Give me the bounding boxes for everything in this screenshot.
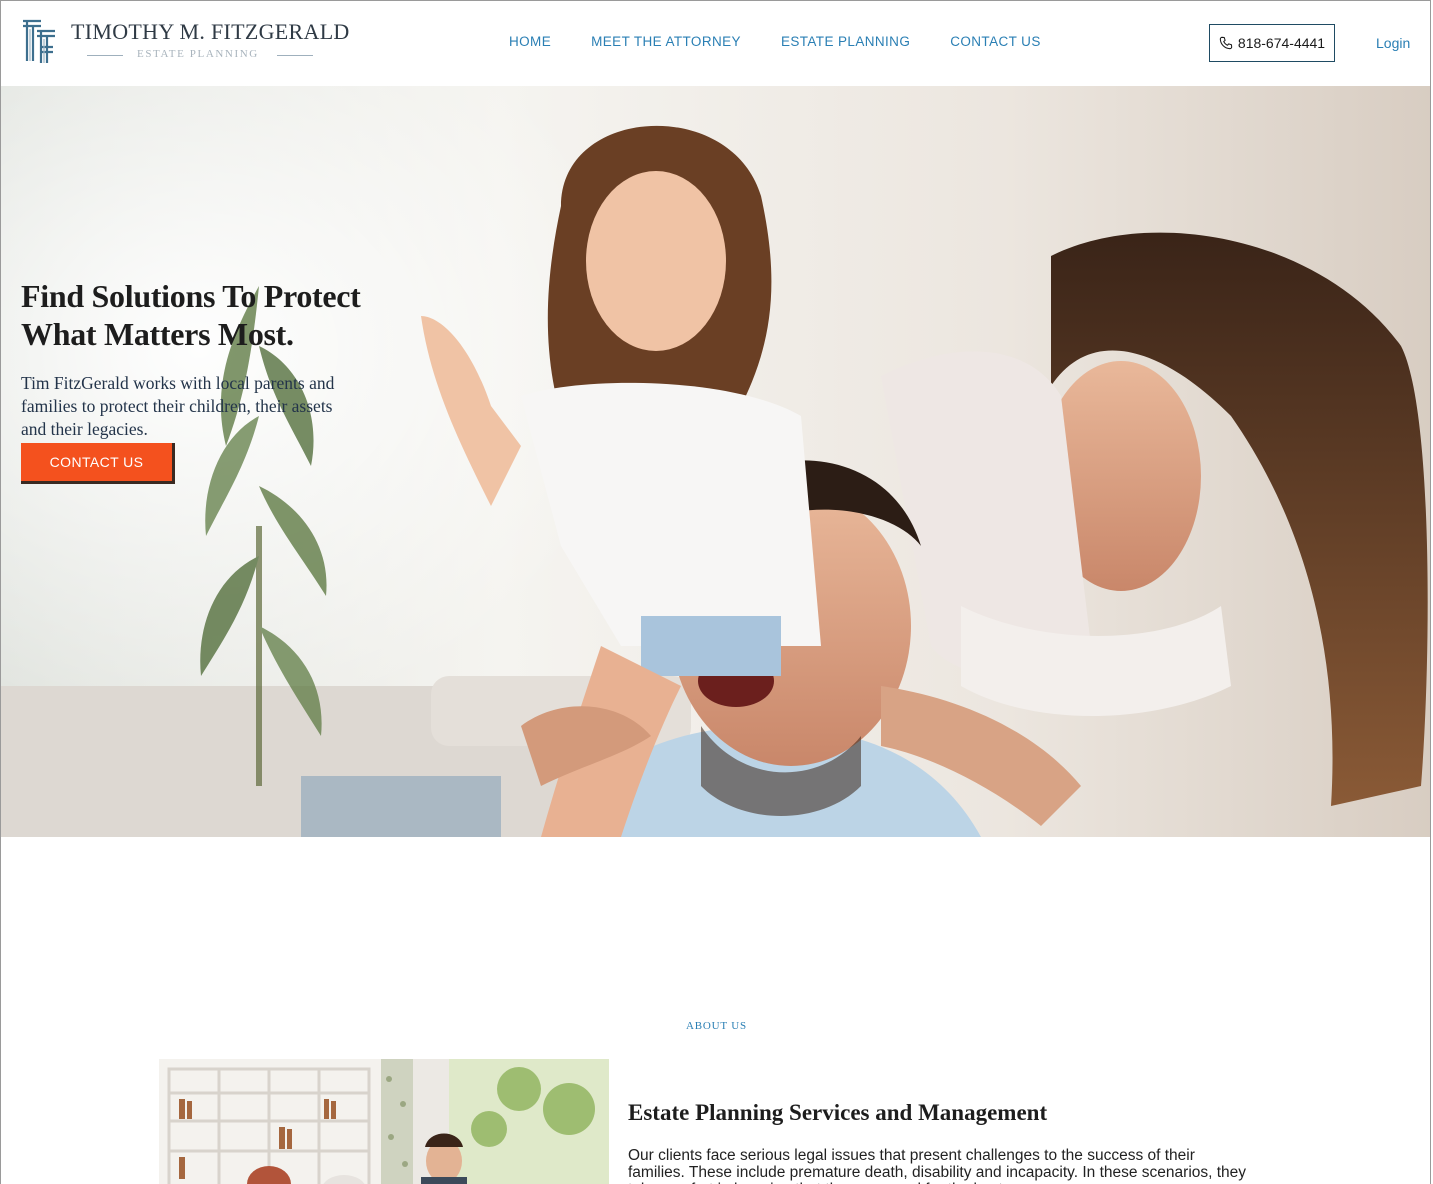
hero-section: Find Solutions To Protect What Matters M… [1,86,1430,837]
about-office-photo [159,1059,609,1184]
about-kicker: ABOUT US [686,1020,747,1032]
brand-subtitle-block: ESTATE PLANNING [87,48,317,62]
main-nav: HOME MEET THE ATTORNEY ESTATE PLANNING C… [509,34,1081,49]
nav-contact-us[interactable]: CONTACT US [950,34,1041,49]
site-logo[interactable]: TIMOTHY M. FITZGERALD ESTATE PLANNING [21,15,349,67]
brand-name: TIMOTHY M. FITZGERALD [71,19,350,44]
hero-title: Find Solutions To Protect What Matters M… [21,278,361,353]
about-title: Estate Planning Services and Management [628,1100,1048,1126]
brand-subtitle: ESTATE PLANNING [137,48,259,60]
phone-icon [1219,36,1233,50]
nav-meet-the-attorney[interactable]: MEET THE ATTORNEY [591,34,741,49]
page-frame: TIMOTHY M. FITZGERALD ESTATE PLANNING HO… [0,0,1431,1184]
hero-family-photo [1,86,1430,837]
pillar-monogram-icon [23,19,55,63]
office-scene [159,1059,609,1184]
about-text: Our clients face serious legal issues th… [628,1146,1247,1184]
hero-contact-button[interactable]: CONTACT US [21,443,175,484]
divider [87,55,123,56]
nav-home[interactable]: HOME [509,34,551,49]
phone-button[interactable]: 818-674-4441 [1209,24,1335,62]
divider [277,55,313,56]
nav-estate-planning[interactable]: ESTATE PLANNING [781,34,910,49]
site-header: TIMOTHY M. FITZGERALD ESTATE PLANNING HO… [1,1,1430,85]
phone-number: 818-674-4441 [1237,35,1326,51]
hero-text: Tim FitzGerald works with local parents … [21,372,335,439]
login-link[interactable]: Login [1376,35,1410,51]
